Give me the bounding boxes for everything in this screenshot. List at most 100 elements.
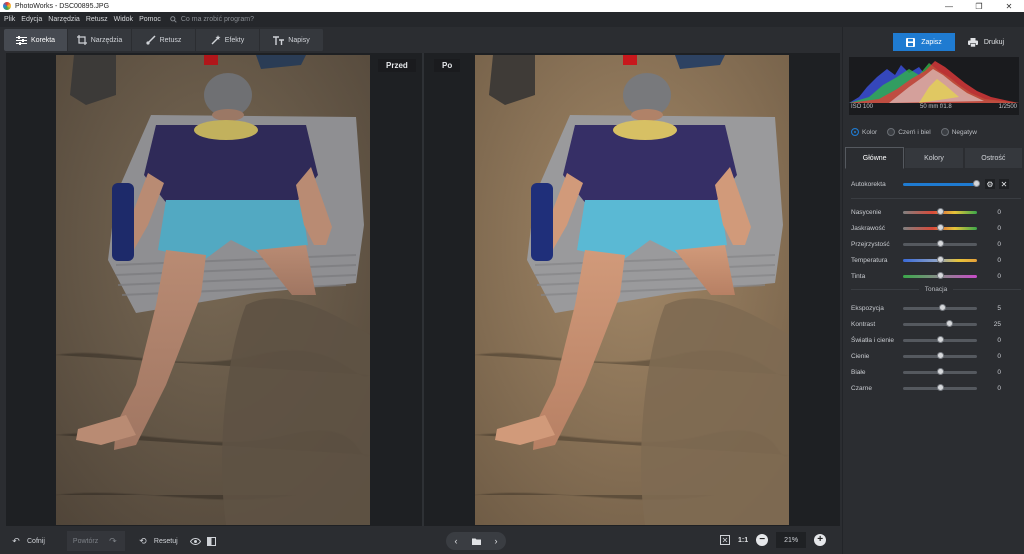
undo-label: Cofnij [27, 537, 45, 545]
mode-negatyw-label: Negatyw [951, 128, 977, 136]
color-slider-knob[interactable] [937, 207, 944, 215]
tool-tabs: Korekta Narzędzia Retusz Efekty Napisy [0, 27, 842, 53]
color-slider-track[interactable] [903, 255, 977, 263]
tab-ostrosc[interactable]: Ostrość [963, 147, 1023, 169]
window-title: PhotoWorks - DSC00895.JPG [15, 2, 110, 10]
compare-toggle[interactable] [206, 531, 222, 551]
maximize-button[interactable]: ❐ [964, 2, 994, 11]
fit-screen-icon[interactable] [720, 535, 730, 545]
close-icon[interactable]: ✕ [999, 179, 1009, 189]
tab-korekta[interactable]: Korekta [4, 29, 68, 51]
color-slider-knob[interactable] [937, 239, 944, 247]
mode-czern-i-biel-radio[interactable] [887, 128, 896, 136]
navigation-group: ‹ › [446, 532, 506, 550]
tone-slider-track[interactable] [903, 335, 977, 343]
tone-slider-row: Czarne 0 [851, 382, 1021, 394]
next-photo-button[interactable]: › [486, 532, 506, 550]
tab-retusz-label: Retusz [159, 36, 182, 44]
tone-section-header: Tonacja [851, 286, 1021, 293]
tone-slider-track[interactable] [903, 303, 977, 311]
tone-slider-track[interactable] [903, 383, 977, 391]
tone-slider-label: Białe [851, 368, 866, 376]
tone-section-label: Tonacja [924, 286, 948, 293]
tone-slider-row: Światła i cienie 0 [851, 334, 1021, 346]
color-slider-label: Tinta [851, 272, 866, 280]
tab-napisy[interactable]: Napisy [260, 29, 324, 51]
print-label: Drukuj [983, 38, 1005, 46]
color-slider-label: Temperatura [851, 256, 888, 264]
close-button[interactable]: ✕ [994, 2, 1024, 11]
menu-retusz[interactable]: Retusz [83, 16, 111, 23]
autocorrect-slider[interactable] [903, 179, 980, 187]
tone-slider-knob[interactable] [939, 303, 947, 311]
window-controls: — ❐ ✕ [934, 2, 1024, 11]
mode-czern-i-biel[interactable]: Czerń i biel [887, 128, 931, 136]
color-slider-row: Przejrzystość 0 [851, 238, 1021, 250]
preview-toggle[interactable] [184, 531, 207, 551]
magic-wand-icon [211, 35, 221, 45]
color-slider-value: 0 [997, 240, 1001, 248]
zoom-level[interactable]: 21% [776, 532, 807, 548]
zoom-out-button[interactable]: − [756, 534, 769, 546]
menu-plik[interactable]: Plik [0, 16, 18, 23]
reset-button[interactable]: ⟲ Resetuj [131, 531, 184, 551]
color-slider-track[interactable] [903, 207, 977, 215]
bottom-bar: ↶ Cofnij Powtórz ↷ ⟲ Resetuj ‹ › 1:1 − 2… [0, 528, 842, 554]
color-slider-value: 0 [997, 208, 1001, 216]
mode-kolor-radio[interactable] [851, 128, 859, 136]
tone-slider-label: Cienie [851, 352, 870, 360]
color-slider-knob[interactable] [937, 255, 944, 263]
redo-label: Powtórz [72, 537, 99, 545]
tone-slider-knob[interactable] [937, 367, 944, 375]
color-slider-track[interactable] [903, 271, 977, 279]
menu-narzedzia[interactable]: Narzędzia [45, 16, 83, 23]
color-slider-track[interactable] [903, 223, 977, 231]
tab-efekty-label: Efekty [224, 36, 245, 44]
color-slider-knob[interactable] [937, 223, 944, 231]
tab-glowne[interactable]: Główne [845, 147, 905, 169]
tone-slider-track[interactable] [903, 367, 977, 375]
zoom-in-button[interactable]: + [814, 534, 827, 546]
tone-divider-left [851, 289, 919, 290]
tab-retusz[interactable]: Retusz [132, 29, 196, 51]
tab-narzedzia[interactable]: Narzędzia [68, 29, 132, 51]
menu-widok[interactable]: Widok [111, 16, 136, 23]
tab-efekty[interactable]: Efekty [196, 29, 260, 51]
mode-czern-i-biel-label: Czerń i biel [898, 128, 931, 136]
save-button[interactable]: Zapisz [893, 33, 955, 51]
actual-size-button[interactable]: 1:1 [738, 537, 748, 544]
mode-kolor[interactable]: Kolor [851, 128, 877, 136]
menu-bar: Plik Edycja Narzędzia Retusz Widok Pomoc… [0, 12, 1024, 27]
before-photo [56, 55, 370, 525]
exif-info: ISO 100 50 mm f/1.8 1/2500 [849, 104, 1019, 110]
color-mode-group: Kolor Czerń i biel Negatyw [851, 128, 977, 136]
open-folder-button[interactable] [466, 532, 486, 550]
save-disk-icon [906, 37, 916, 47]
tone-slider-knob[interactable] [937, 383, 944, 391]
tone-slider-knob[interactable] [937, 351, 944, 359]
mode-negatyw-radio[interactable] [940, 128, 949, 136]
print-button[interactable]: Drukuj [955, 33, 1017, 51]
color-slider-knob[interactable] [937, 271, 944, 279]
minimize-button[interactable]: — [934, 2, 964, 11]
menu-pomoc[interactable]: Pomoc [136, 16, 164, 23]
undo-button[interactable]: ↶ Cofnij [4, 531, 51, 551]
color-slider-track[interactable] [903, 239, 977, 247]
help-search[interactable]: Co ma zrobić program? [170, 16, 254, 23]
tab-kolory[interactable]: Kolory [904, 147, 964, 169]
tone-slider-track[interactable] [903, 319, 977, 327]
autocorrect-knob[interactable] [973, 179, 980, 187]
mode-negatyw[interactable]: Negatyw [940, 128, 977, 136]
redo-button[interactable]: Powtórz ↷ [66, 531, 125, 551]
menu-edycja[interactable]: Edycja [18, 16, 45, 23]
crop-icon [76, 35, 87, 45]
section-divider [851, 198, 1021, 199]
tone-slider-track[interactable] [903, 351, 977, 359]
tone-slider-label: Ekspozycja [851, 304, 884, 312]
prev-photo-button[interactable]: ‹ [446, 532, 466, 550]
tone-slider-knob[interactable] [937, 335, 944, 343]
tone-slider-row: Cienie 0 [851, 350, 1021, 362]
gear-icon[interactable]: ⚙ [985, 179, 995, 189]
tab-napisy-label: Napisy [288, 36, 310, 44]
tone-slider-knob[interactable] [945, 319, 953, 327]
